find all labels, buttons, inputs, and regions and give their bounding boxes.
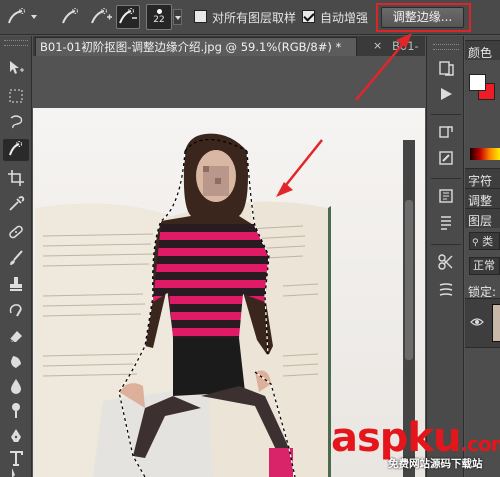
crop-tool[interactable] xyxy=(3,168,29,190)
marquee-icon xyxy=(7,87,25,108)
highlight-box xyxy=(376,3,471,32)
quick-selection-new-icon[interactable] xyxy=(58,5,84,29)
color-panel-header[interactable]: 颜色 xyxy=(465,40,500,60)
layer-thumbnail xyxy=(492,304,500,342)
lasso-icon xyxy=(7,113,25,134)
path-select-icon xyxy=(7,467,25,477)
path-select-tool[interactable] xyxy=(3,467,29,477)
actions-play-icon xyxy=(437,85,455,106)
eyedropper-icon xyxy=(7,195,25,216)
move-tool[interactable] xyxy=(3,58,29,80)
history-icon xyxy=(437,59,455,80)
scrollbar-thumb[interactable] xyxy=(405,200,413,360)
eye-icon[interactable] xyxy=(470,317,484,330)
search-icon: ⚲ xyxy=(472,238,479,248)
dodge-tool[interactable] xyxy=(3,400,29,422)
pen-icon xyxy=(7,427,25,448)
blur-tool[interactable] xyxy=(3,376,29,398)
toolbox-grip[interactable] xyxy=(4,40,28,46)
clone-stamp-tool[interactable] xyxy=(3,274,29,296)
character-panel-header[interactable]: 字符 xyxy=(465,168,500,188)
quick-selection-preset-icon[interactable] xyxy=(6,5,40,29)
color-spectrum-bar[interactable] xyxy=(470,148,500,160)
auto-enhance-label: 自动增强 xyxy=(320,11,369,25)
dock-separator xyxy=(431,114,461,115)
brushes-icon xyxy=(437,187,455,208)
toolbox xyxy=(0,36,32,477)
document-tab-active[interactable]: B01-01初阶抠图-调整边缘介绍.jpg @ 59.1%(RGB/8#) * xyxy=(35,37,357,56)
layers-panel-label: 图层 xyxy=(468,214,493,228)
clone-source-icon xyxy=(437,123,455,144)
lasso-tool[interactable] xyxy=(3,112,29,134)
history-panel-button[interactable] xyxy=(433,58,459,80)
color-panel-label: 颜色 xyxy=(468,46,493,60)
sample-all-layers-label: 对所有图层取样 xyxy=(212,11,297,25)
options-bar: 22 对所有图层取样 自动增强 调整边缘... xyxy=(0,0,500,35)
eraser-tool[interactable] xyxy=(3,326,29,348)
document-canvas[interactable] xyxy=(33,56,425,477)
brush-size-picker[interactable]: 22 xyxy=(146,4,172,30)
brush-tool[interactable] xyxy=(3,248,29,270)
watermark-logo: aspku.com xyxy=(331,415,500,461)
brushes-panel-button[interactable] xyxy=(433,186,459,208)
dock-separator xyxy=(431,178,461,179)
add-to-selection-icon[interactable] xyxy=(88,5,114,29)
eraser-icon xyxy=(7,327,25,348)
history-brush-tool[interactable] xyxy=(3,300,29,322)
channels-panel-button[interactable] xyxy=(433,280,459,302)
panel-dock xyxy=(426,36,464,477)
paths-panel-button[interactable] xyxy=(433,252,459,274)
healing-brush-tool[interactable] xyxy=(3,222,29,244)
brush-size-value: 22 xyxy=(153,15,165,25)
character-panel-label: 字符 xyxy=(468,174,493,188)
canvas-image xyxy=(33,108,425,477)
clone-stamp-icon xyxy=(7,275,25,296)
blend-mode-select[interactable]: 正常 xyxy=(469,257,500,275)
clone-source-panel-button[interactable] xyxy=(433,122,459,144)
layer-filter-input[interactable]: ⚲ 类 xyxy=(469,232,500,250)
adjustments-panel-label: 调整 xyxy=(468,194,493,208)
quick-selection-icon xyxy=(7,140,25,161)
brush-picker-dropdown[interactable] xyxy=(173,9,182,25)
brush-icon xyxy=(7,249,25,270)
type-icon xyxy=(7,449,25,470)
quick-selection-tool[interactable] xyxy=(3,139,29,161)
paragraph-panel-button[interactable] xyxy=(433,212,459,234)
paths-icon xyxy=(437,253,455,274)
dock-separator xyxy=(431,244,461,245)
adjustments-panel-header[interactable]: 调整 xyxy=(465,188,500,208)
document-tabs: B01-01初阶抠图-调整边缘介绍.jpg @ 59.1%(RGB/8#) * … xyxy=(33,36,425,56)
close-icon[interactable]: × xyxy=(373,39,382,52)
tool-presets-icon xyxy=(437,149,455,170)
paragraph-icon xyxy=(437,213,455,234)
actions-panel-button[interactable] xyxy=(433,84,459,106)
move-icon xyxy=(7,59,25,80)
pen-tool[interactable] xyxy=(3,426,29,448)
gradient-tool[interactable] xyxy=(3,352,29,374)
dock-grip[interactable] xyxy=(433,44,459,50)
marquee-tool[interactable] xyxy=(3,86,29,108)
auto-enhance-checkbox[interactable] xyxy=(302,10,315,23)
gradient-icon xyxy=(7,353,25,374)
dodge-icon xyxy=(7,401,25,422)
tool-presets-panel-button[interactable] xyxy=(433,148,459,170)
channels-icon xyxy=(437,281,455,302)
subtract-from-selection-icon[interactable] xyxy=(116,5,140,29)
eyedropper-tool[interactable] xyxy=(3,194,29,216)
blur-icon xyxy=(7,377,25,398)
document-tab-second[interactable]: B01- xyxy=(389,37,429,56)
layer-filter-kind: 类 xyxy=(482,235,494,248)
healing-brush-icon xyxy=(7,223,25,244)
crop-icon xyxy=(7,169,25,190)
foreground-color-swatch[interactable] xyxy=(469,74,486,91)
history-brush-icon xyxy=(7,301,25,322)
sample-all-layers-checkbox[interactable] xyxy=(194,10,207,23)
brush-tip-icon xyxy=(156,9,162,14)
layers-panel-header[interactable]: 图层 xyxy=(465,208,500,228)
watermark-subtitle: 免费网站源码下载站 xyxy=(388,458,483,470)
